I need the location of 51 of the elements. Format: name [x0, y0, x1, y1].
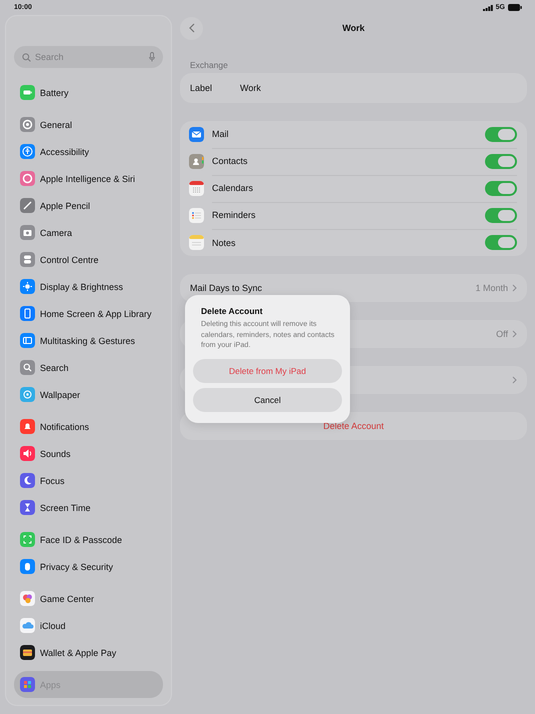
- service-label: Mail: [212, 129, 230, 139]
- sidebar-item[interactable]: Sounds: [14, 440, 163, 467]
- chevron-icon: [512, 376, 517, 384]
- chevron-icon: [512, 330, 517, 338]
- service-label: Notes: [212, 238, 237, 248]
- field-value: Work: [240, 83, 261, 93]
- sidebar-item[interactable]: Face ID & Passcode: [14, 526, 163, 553]
- sidebar-item[interactable]: Accessibility: [14, 138, 163, 165]
- back-button[interactable]: [180, 16, 203, 40]
- service-label: Reminders: [212, 210, 257, 220]
- toggle-switch[interactable]: [485, 180, 517, 196]
- toggle-switch[interactable]: [485, 126, 517, 142]
- search-icon: [22, 52, 31, 62]
- sidebar-item[interactable]: Wallet & Apple Pay: [14, 639, 163, 666]
- microphone-icon[interactable]: [149, 52, 155, 62]
- service-label: Contacts: [212, 156, 249, 166]
- row-label: Mail Days to Sync: [190, 283, 264, 293]
- page-title: Work: [342, 23, 365, 33]
- cancel-button[interactable]: Cancel: [193, 388, 342, 412]
- sidebar-item[interactable]: Screen Time: [14, 494, 163, 521]
- sidebar-item[interactable]: Apple Pencil: [14, 192, 163, 219]
- sidebar-item[interactable]: Display & Brightness: [14, 273, 163, 300]
- sidebar-item[interactable]: Multitasking & Gestures: [14, 327, 163, 354]
- battery-icon: [508, 4, 522, 11]
- sidebar-item[interactable]: Apple Intelligence & Siri: [14, 165, 163, 192]
- label-row[interactable]: Label Work: [180, 73, 527, 103]
- sidebar-item[interactable]: Camera: [14, 219, 163, 246]
- toggle-switch[interactable]: [485, 208, 517, 222]
- sidebar-item[interactable]: Focus: [14, 467, 163, 494]
- chevron-icon: [512, 284, 517, 292]
- sidebar-item[interactable]: Wallpaper: [14, 381, 163, 408]
- service-label: Calendars: [212, 183, 254, 193]
- field-label: Label: [190, 83, 212, 93]
- toggle-switch[interactable]: [485, 154, 517, 168]
- sidebar-item[interactable]: Privacy & Security: [14, 553, 163, 580]
- sidebar-item[interactable]: Home Screen & App Library: [14, 300, 163, 327]
- sidebar-item[interactable]: General: [14, 111, 163, 138]
- sidebar-item[interactable]: Game Center: [14, 585, 163, 612]
- sidebar-item[interactable]: Search: [14, 354, 163, 381]
- row-value: Off: [496, 329, 508, 339]
- sidebar-item[interactable]: Battery: [14, 79, 163, 106]
- row-value: 1 Month: [475, 283, 508, 293]
- sidebar-item[interactable]: iCloud: [14, 612, 163, 639]
- chevron-left-icon: [188, 23, 194, 33]
- signal-icon: [482, 4, 493, 10]
- sidebar-item[interactable]: Notifications: [14, 413, 163, 440]
- toggle-switch[interactable]: [485, 235, 517, 250]
- section-header: Exchange: [190, 60, 229, 70]
- search-field[interactable]: Search: [14, 46, 163, 68]
- alert-title: Delete Account: [201, 306, 264, 316]
- sidebar-item[interactable]: Control Centre: [14, 246, 163, 273]
